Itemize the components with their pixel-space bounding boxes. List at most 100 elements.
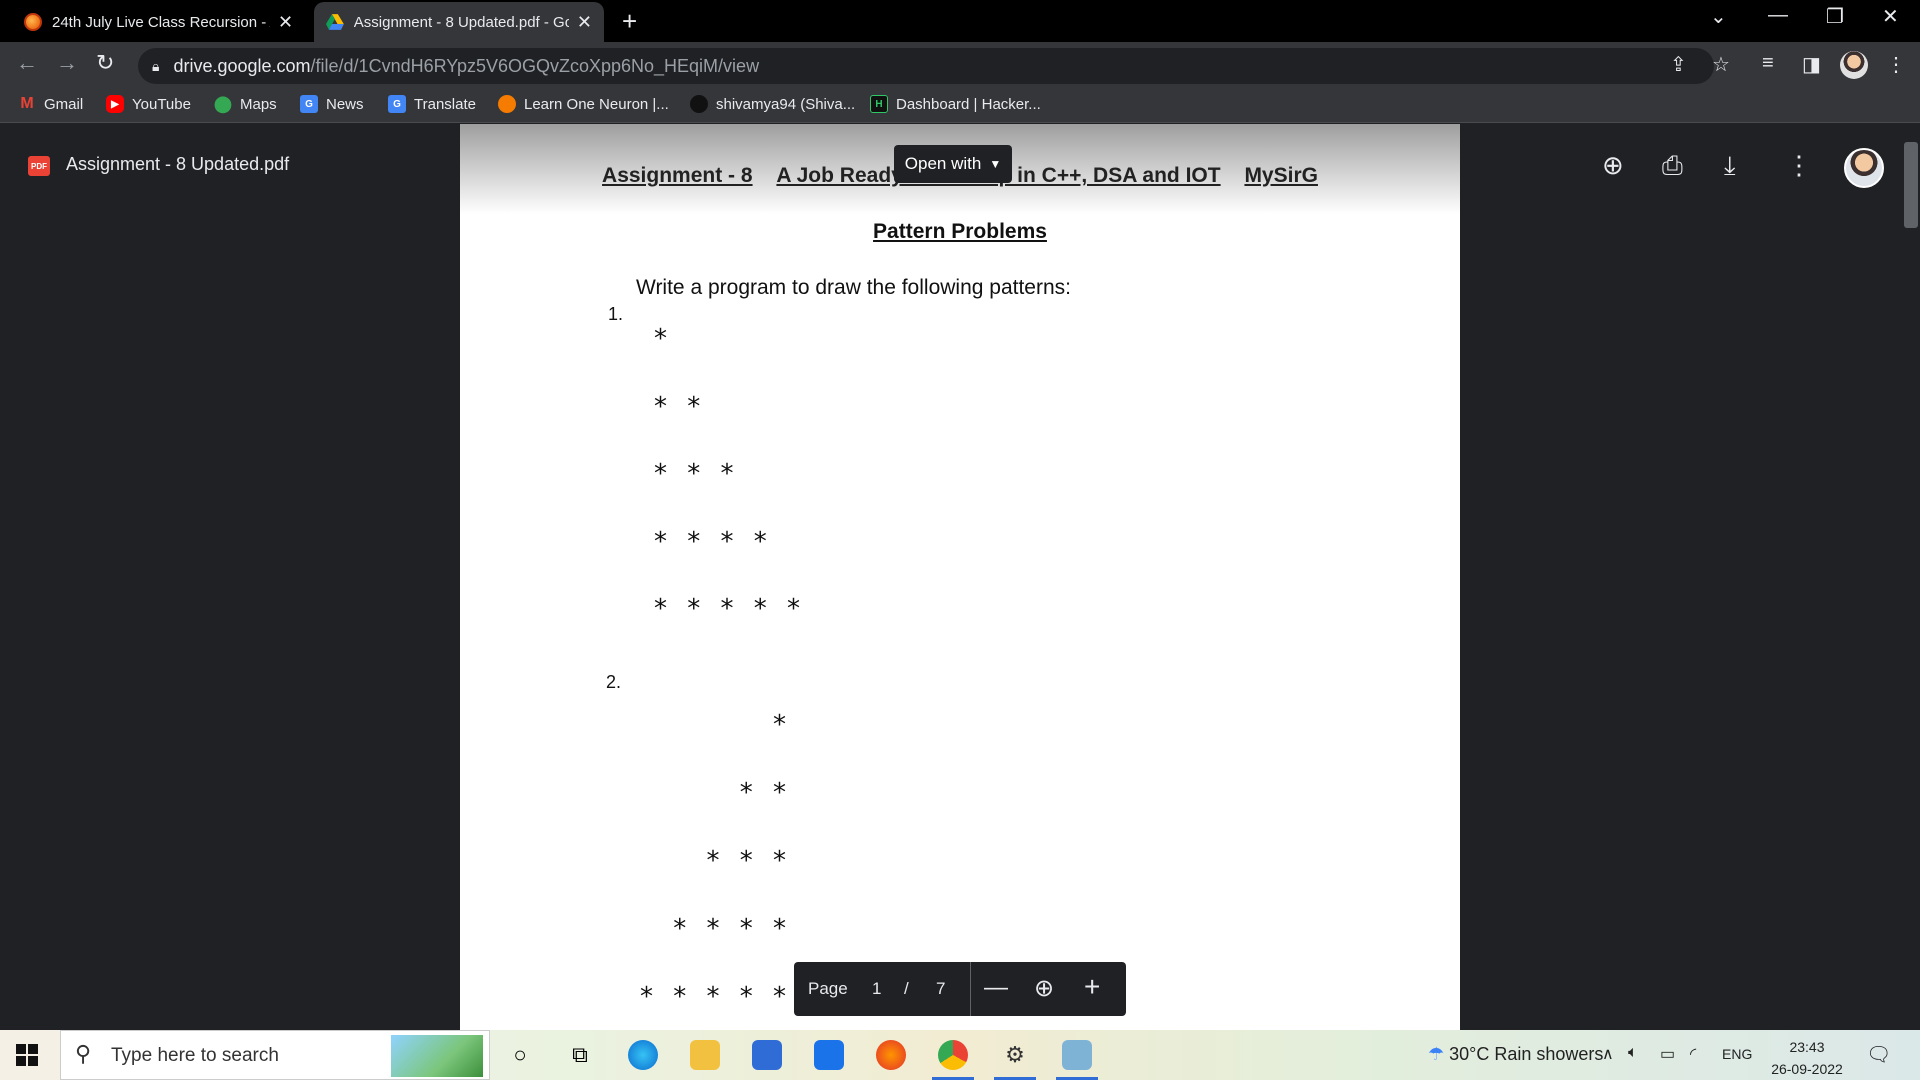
close-tab-icon[interactable]: ✕ xyxy=(577,12,592,33)
pattern-1-row: * * * * * xyxy=(654,594,807,624)
google-drive-icon xyxy=(326,14,344,30)
language-indicator[interactable]: ENG xyxy=(1722,1046,1752,1062)
bookmark-label: YouTube xyxy=(132,95,191,113)
bookmark-news[interactable]: G News xyxy=(300,95,364,113)
pattern-2-row: * xyxy=(773,710,792,740)
bookmark-label: shivamya94 (Shiva... xyxy=(716,95,856,113)
zoom-in-button[interactable]: + xyxy=(1084,971,1100,1003)
drive-pdf-viewer: Assignment - 8 A Job Ready Bootcamp in C… xyxy=(0,124,1920,1030)
bookmark-translate[interactable]: G Translate xyxy=(388,95,476,113)
reading-list-icon[interactable]: ≡ xyxy=(1762,52,1774,75)
divider xyxy=(970,962,971,1016)
document-instruction: Write a program to draw the following pa… xyxy=(636,276,1071,299)
restore-button[interactable]: ❐ xyxy=(1826,4,1844,29)
bookmark-maps[interactable]: ⬤ Maps xyxy=(214,95,277,114)
firefox-icon[interactable] xyxy=(876,1040,906,1070)
bookmark-label: Gmail xyxy=(44,95,84,113)
forward-button[interactable]: → xyxy=(56,50,78,76)
open-with-button[interactable]: Open with ▼ xyxy=(894,145,1012,183)
question-1-label: 1. xyxy=(608,304,624,324)
address-bar[interactable]: 🔒︎ drive.google.com/file/d/1CvndH6RYpz5V… xyxy=(138,48,1714,84)
windows-taskbar: ⚲ Type here to search ○ ⧉ ⚙ ☂ 30°C Rain … xyxy=(0,1030,1920,1080)
share-icon[interactable]: ⇪ xyxy=(1670,52,1687,77)
close-window-button[interactable]: ✕ xyxy=(1882,4,1899,29)
page-number-input[interactable]: 1 xyxy=(872,979,881,999)
tab-title: Assignment - 8 Updated.pdf - Go xyxy=(353,13,569,31)
cortana-icon[interactable]: ○ xyxy=(505,1040,535,1070)
page-controls: Page 1 / 7 — ⊕ + xyxy=(794,962,1126,1016)
task-view-icon[interactable]: ⧉ xyxy=(565,1040,595,1070)
youtube-icon: ▶ xyxy=(106,95,124,113)
settings-gear-icon[interactable]: ⚙ xyxy=(1000,1040,1030,1070)
bookmarks-bar: M Gmail ▶ YouTube ⬤ Maps G News G Transl… xyxy=(0,89,1920,123)
tab-recursion-class[interactable]: 24th July Live Class Recursion - A ✕ xyxy=(12,2,305,42)
bookmark-star-icon[interactable]: ☆ xyxy=(1712,52,1730,77)
notifications-icon[interactable]: 🗨︎ xyxy=(1866,1042,1891,1067)
ineuron-icon xyxy=(498,95,516,113)
microsoft-store-icon[interactable] xyxy=(752,1040,782,1070)
page-total: 7 xyxy=(936,979,946,998)
bookmark-github[interactable]: shivamya94 (Shiva... xyxy=(690,95,855,113)
show-hidden-icons-chevron-icon[interactable]: ∧ xyxy=(1602,1044,1614,1064)
mail-icon[interactable] xyxy=(814,1040,844,1070)
zoom-out-button[interactable]: — xyxy=(984,974,1008,1002)
edge-icon[interactable] xyxy=(628,1040,658,1070)
print-icon[interactable]: ⎙ xyxy=(1662,150,1683,182)
open-with-label: Open with xyxy=(904,154,982,173)
file-explorer-icon[interactable] xyxy=(690,1040,720,1070)
ineuron-favicon-icon xyxy=(24,13,42,31)
weather-widget[interactable]: ☂ 30°C Rain showers xyxy=(1428,1044,1603,1065)
pattern-2-row: * * * * * xyxy=(639,982,792,1012)
github-icon xyxy=(690,95,708,113)
bookmark-label: Maps xyxy=(240,95,277,113)
new-tab-button[interactable]: + xyxy=(622,6,637,37)
tab-assignment-pdf[interactable]: Assignment - 8 Updated.pdf - Go ✕ xyxy=(314,2,604,42)
scrollbar-thumb[interactable] xyxy=(1904,142,1918,228)
weather-rain-icon: ☂ xyxy=(1428,1044,1445,1064)
question-2-label: 2. xyxy=(606,672,622,692)
account-avatar[interactable] xyxy=(1844,148,1884,188)
side-panel-icon[interactable]: ◨ xyxy=(1802,52,1821,77)
bookmark-ineuron[interactable]: Learn One Neuron |... xyxy=(498,95,669,113)
bookmark-youtube[interactable]: ▶ YouTube xyxy=(106,95,191,113)
chrome-icon[interactable] xyxy=(938,1040,968,1070)
weather-text: 30°C Rain showers xyxy=(1449,1044,1604,1064)
battery-icon[interactable]: ▭ xyxy=(1660,1044,1675,1064)
more-menu-icon[interactable]: ⋮ xyxy=(1886,52,1906,77)
tab-search-icon[interactable]: ⌄ xyxy=(1710,4,1727,29)
profile-avatar[interactable] xyxy=(1840,51,1868,79)
close-tab-icon[interactable]: ✕ xyxy=(278,12,293,33)
pattern-1-row: * * * xyxy=(654,459,740,489)
translate-icon: G xyxy=(388,95,406,113)
system-clock[interactable]: 23:43 26-09-2022 xyxy=(1770,1036,1844,1080)
lock-icon[interactable]: 🔒︎ xyxy=(152,58,159,75)
bookmark-label: News xyxy=(326,95,364,113)
minimize-button[interactable]: — xyxy=(1768,4,1788,27)
back-button[interactable]: ← xyxy=(16,50,38,76)
browser-toolbar: ← → ↻ 🔒︎ drive.google.com/file/d/1CvndH6… xyxy=(0,42,1920,89)
more-actions-icon[interactable]: ⋮ xyxy=(1786,150,1812,181)
windows-start-icon[interactable] xyxy=(16,1044,38,1066)
url-text[interactable]: drive.google.com/file/d/1CvndH6RYpz5V6OG… xyxy=(173,56,759,77)
pdf-page: Assignment - 8 A Job Ready Bootcamp in C… xyxy=(460,124,1460,1030)
download-icon[interactable]: ⤓ xyxy=(1724,150,1736,182)
page-separator: / xyxy=(904,979,909,998)
document-subtitle: Pattern Problems xyxy=(873,220,1047,243)
maps-icon: ⬤ xyxy=(214,96,232,113)
zoom-icon[interactable]: ⊕ xyxy=(1034,974,1054,1003)
add-shortcut-to-drive-icon[interactable]: ⊕ xyxy=(1602,150,1624,181)
volume-icon[interactable]: 🔈︎ xyxy=(1628,1044,1638,1062)
wifi-icon[interactable]: ◜ xyxy=(1690,1044,1696,1064)
pattern-2-row: * * * * xyxy=(673,914,792,944)
clock-time: 23:43 xyxy=(1789,1039,1825,1055)
notepad-icon[interactable] xyxy=(1062,1040,1092,1070)
search-highlight-icon xyxy=(391,1035,483,1077)
bookmark-hackerrank[interactable]: H Dashboard | Hacker... xyxy=(870,95,1041,113)
bookmark-gmail[interactable]: M Gmail xyxy=(18,95,83,113)
news-icon: G xyxy=(300,95,318,113)
pattern-1-row: * * * * xyxy=(654,527,773,557)
clock-date: 26-09-2022 xyxy=(1771,1061,1843,1077)
taskbar-search-box[interactable]: ⚲ Type here to search xyxy=(60,1030,490,1080)
bookmark-label: Learn One Neuron |... xyxy=(524,95,669,113)
reload-button[interactable]: ↻ xyxy=(96,50,114,76)
